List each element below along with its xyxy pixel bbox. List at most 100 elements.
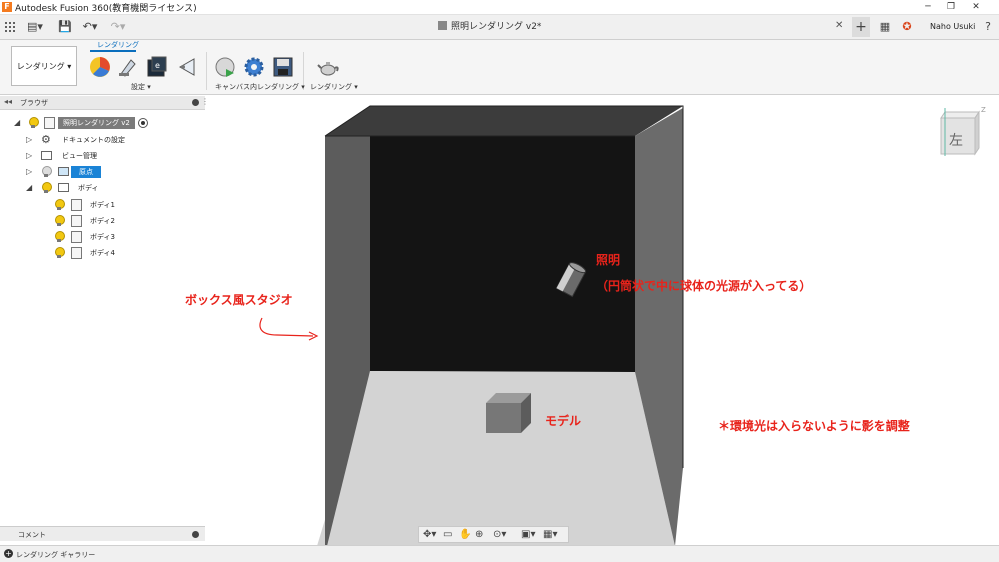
- incanvas-render-icon[interactable]: [214, 56, 236, 78]
- body-label: ボディ2: [90, 217, 115, 225]
- annotation-light-desc: （円筒状で中に球体の光源が入ってる）: [596, 279, 812, 293]
- rendering-gallery-bar: + レンダリング ギャラリー: [0, 545, 999, 562]
- tree-body-1[interactable]: ボディ1: [52, 198, 192, 213]
- title-bar: F Autodesk Fusion 360(教育機関ライセンス) ─ ❐ ✕: [0, 0, 999, 15]
- tree-item-document-settings[interactable]: ▷ ⚙ ドキュメントの設定: [26, 133, 196, 148]
- body-label: ボディ1: [90, 201, 115, 209]
- minimize-button[interactable]: ─: [918, 0, 938, 15]
- browser-panel-header: ◂◂ ブラウザ ⋮: [0, 96, 209, 110]
- toolbar-separator: [206, 52, 207, 90]
- body-icon: [71, 215, 82, 227]
- user-name[interactable]: Naho Usuki: [930, 22, 975, 31]
- display-settings-icon[interactable]: ▣▾: [521, 529, 535, 541]
- gallery-label: レンダリング ギャラリー: [16, 551, 96, 559]
- tree-body-3[interactable]: ボディ3: [52, 230, 192, 245]
- tab-rendering[interactable]: レンダリング: [97, 40, 139, 50]
- viewcube[interactable]: 左: [940, 108, 980, 156]
- help-icon[interactable]: ?: [982, 19, 994, 35]
- look-at-icon[interactable]: ▭: [443, 529, 452, 541]
- group-render-label[interactable]: レンダリング ▾: [310, 82, 358, 92]
- collapsed-triangle-icon[interactable]: ▷: [26, 167, 32, 176]
- expanded-triangle-icon[interactable]: ◢: [14, 118, 20, 127]
- tree-item-view-manager[interactable]: ▷ ビュー管理: [26, 149, 196, 164]
- undo-icon[interactable]: ↶▾: [80, 19, 100, 35]
- collapsed-triangle-icon[interactable]: ▷: [26, 135, 32, 144]
- tree-item-label: ボディ: [78, 184, 99, 192]
- add-comment-icon[interactable]: [192, 531, 199, 538]
- annotation-studio: ボックス風スタジオ: [185, 293, 293, 307]
- render-teapot-icon[interactable]: [317, 56, 339, 78]
- collapsed-triangle-icon[interactable]: ▷: [26, 151, 32, 160]
- studio-top-face: [325, 106, 683, 136]
- pointer-arrow: [259, 317, 314, 337]
- new-tab-button[interactable]: +: [852, 17, 870, 37]
- tree-item-label: ビュー管理: [62, 152, 97, 160]
- capture-image-icon[interactable]: [272, 56, 294, 78]
- appearance-icon[interactable]: [89, 56, 111, 78]
- visibility-bulb-icon[interactable]: [54, 199, 65, 211]
- zoom-icon[interactable]: ⊕: [475, 529, 483, 541]
- job-status-icon[interactable]: ▦: [878, 19, 892, 35]
- expanded-triangle-icon[interactable]: ◢: [26, 183, 32, 192]
- visibility-bulb-icon[interactable]: [54, 247, 65, 259]
- tree-item-origin[interactable]: ▷ 原点: [26, 165, 196, 180]
- folder-icon: [41, 151, 52, 160]
- workspace-switcher[interactable]: レンダリング ▾: [11, 46, 77, 86]
- gear-icon: ⚙: [41, 133, 51, 146]
- decal-icon[interactable]: [176, 56, 198, 78]
- viewcube-face-label: 左: [949, 133, 963, 149]
- activate-component-radio[interactable]: [138, 118, 148, 128]
- save-icon[interactable]: 💾: [58, 19, 72, 35]
- body-icon: [71, 231, 82, 243]
- data-panel-grid-icon[interactable]: [4, 21, 15, 32]
- body-icon: [71, 199, 82, 211]
- annotation-light-title: 照明: [596, 253, 621, 267]
- redo-icon[interactable]: ↷▾: [108, 19, 128, 35]
- close-window-button[interactable]: ✕: [966, 0, 986, 15]
- pan-hand-icon[interactable]: ✋: [459, 529, 471, 541]
- fusion-logo-icon: F: [2, 2, 12, 12]
- tree-root[interactable]: ◢ 照明レンダリング v2: [14, 116, 194, 131]
- orbit-icon[interactable]: ✥▾: [423, 529, 436, 541]
- body-label: ボディ4: [90, 249, 115, 257]
- svg-text:e: e: [155, 61, 160, 70]
- file-menu-icon[interactable]: ▤▾: [26, 19, 44, 35]
- grid-settings-icon[interactable]: ▦▾: [543, 529, 557, 541]
- scene-settings-icon[interactable]: [117, 56, 139, 78]
- pin-icon[interactable]: [192, 99, 199, 106]
- navigation-bar: ✥▾ ▭ ✋ ⊕ ⊙▾ ▣▾ ▦▾: [418, 526, 569, 543]
- viewcube-axis-z: Z: [981, 106, 986, 114]
- folder-icon: [58, 167, 69, 176]
- 3d-viewport-canvas[interactable]: 左 Z: [205, 96, 999, 546]
- tree-item-label: ドキュメントの設定: [62, 136, 125, 144]
- fusion-window: F Autodesk Fusion 360(教育機関ライセンス) ─ ❐ ✕ ▤…: [0, 0, 999, 562]
- visibility-bulb-icon[interactable]: [28, 117, 39, 129]
- tree-item-label: 原点: [71, 166, 101, 178]
- group-incanvas-render-label[interactable]: キャンバス内レンダリング ▾: [215, 82, 305, 92]
- group-settings-label[interactable]: 設定 ▾: [131, 82, 151, 92]
- fit-zoom-icon[interactable]: ⊙▾: [493, 529, 506, 541]
- expand-gallery-icon[interactable]: +: [4, 549, 13, 558]
- active-tab-underline: [90, 50, 136, 52]
- maximize-button[interactable]: ❐: [941, 0, 961, 15]
- component-icon: [44, 117, 55, 129]
- visibility-bulb-icon[interactable]: [41, 166, 52, 178]
- tree-body-4[interactable]: ボディ4: [52, 246, 192, 261]
- document-cube-icon: [438, 21, 447, 30]
- visibility-bulb-icon[interactable]: [41, 182, 52, 194]
- visibility-bulb-icon[interactable]: [54, 215, 65, 227]
- render-settings-icon[interactable]: [243, 56, 265, 78]
- visibility-bulb-icon[interactable]: [54, 231, 65, 243]
- tab-close-icon[interactable]: ✕: [835, 20, 843, 31]
- browser-title: ブラウザ: [20, 99, 48, 107]
- model-cube[interactable]: [486, 393, 531, 433]
- annotation-ambient-note: ＊環境光は入らないように影を調整: [718, 419, 910, 433]
- document-tab[interactable]: 照明レンダリング v2*: [438, 19, 541, 36]
- tree-item-bodies[interactable]: ◢ ボディ: [26, 181, 196, 196]
- tree-body-2[interactable]: ボディ2: [52, 214, 192, 229]
- comments-panel: コメント: [0, 526, 205, 541]
- body-icon: [71, 247, 82, 259]
- environment-icon[interactable]: e: [146, 56, 168, 78]
- notification-icon[interactable]: ✪: [900, 19, 914, 35]
- collapse-browser-icon[interactable]: ◂◂: [4, 97, 12, 106]
